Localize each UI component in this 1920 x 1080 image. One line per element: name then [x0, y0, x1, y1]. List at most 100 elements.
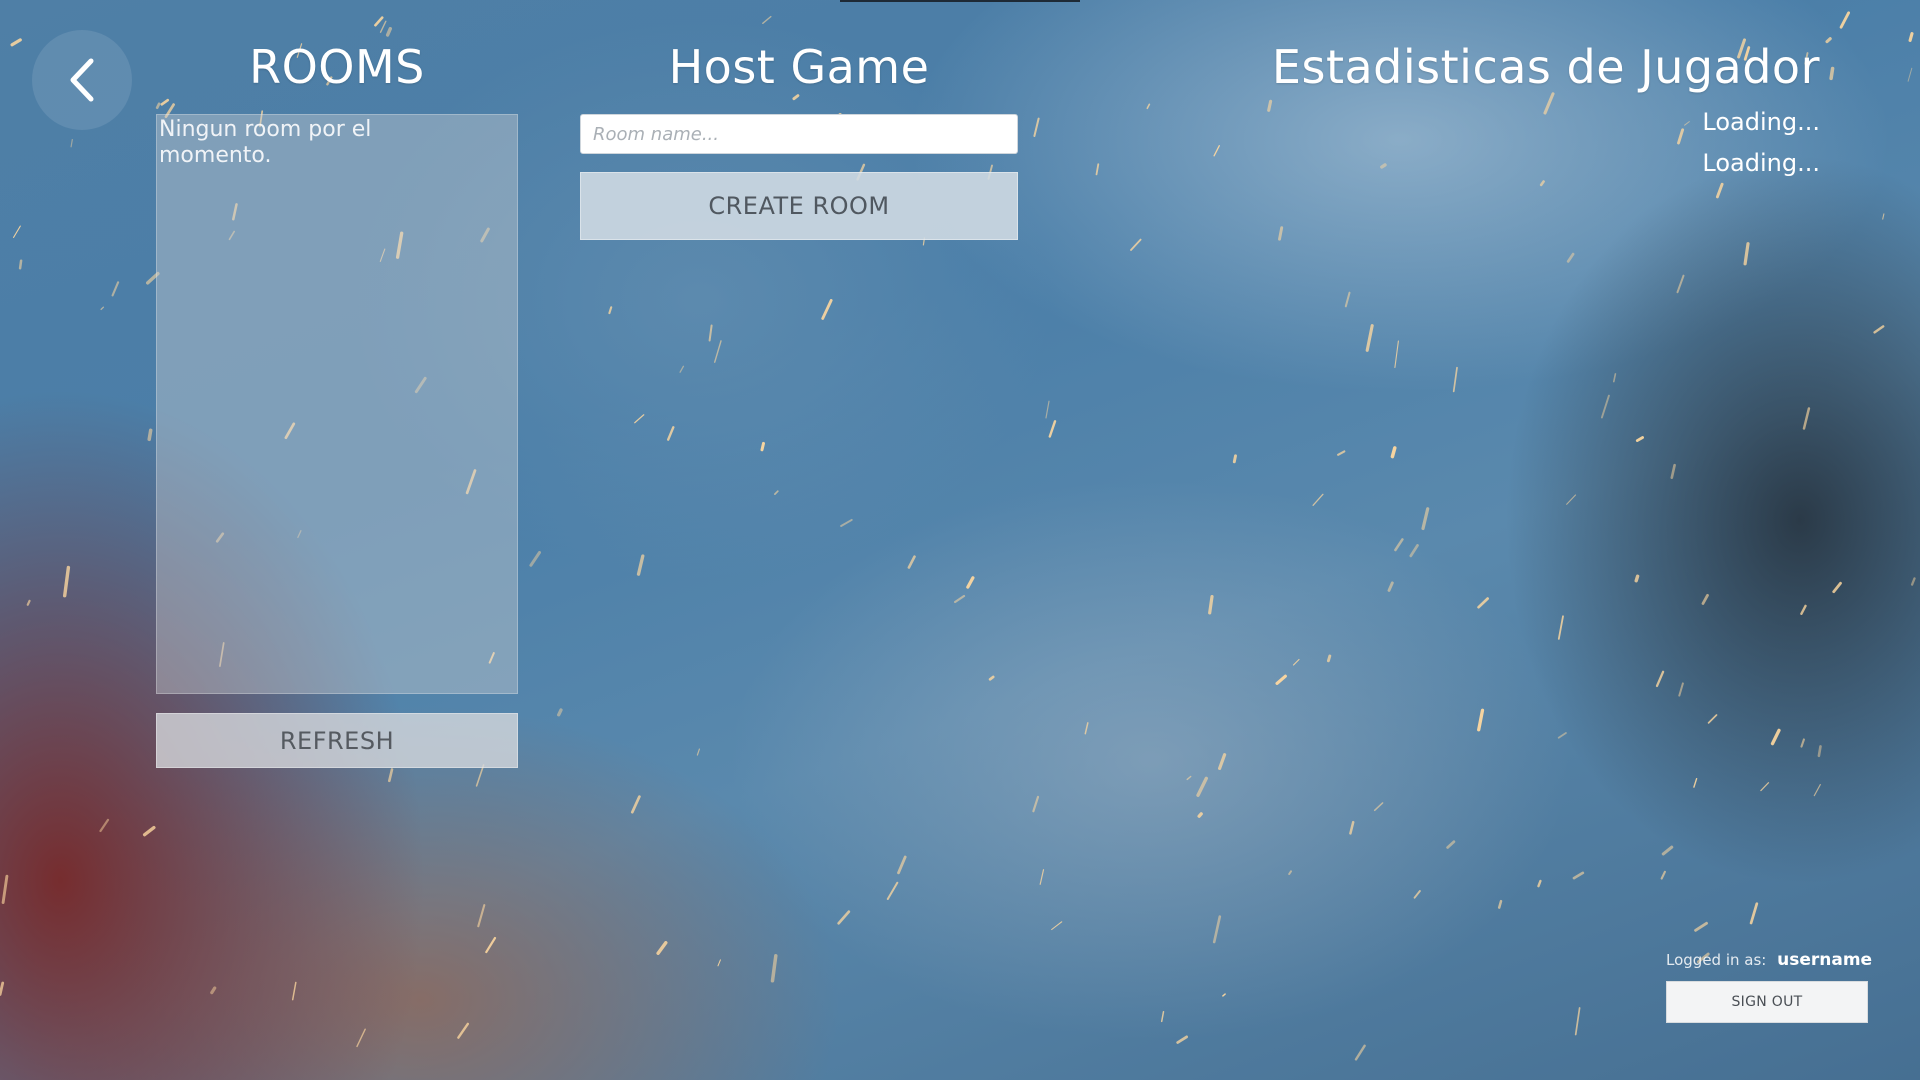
ember-spark: [142, 825, 156, 837]
ember-spark: [1197, 812, 1203, 818]
ember-spark: [837, 910, 851, 925]
ember-spark: [1278, 226, 1284, 241]
ember-spark: [1477, 708, 1485, 732]
ember-spark: [475, 764, 485, 787]
ember-spark: [1033, 117, 1040, 137]
ember-spark: [907, 555, 916, 569]
ember-spark: [1677, 128, 1685, 145]
ember-spark: [1394, 538, 1404, 552]
create-room-button[interactable]: CREATE ROOM: [580, 172, 1018, 240]
ember-spark: [1760, 782, 1770, 792]
ember-spark: [1873, 325, 1885, 334]
ember-spark: [1275, 674, 1287, 685]
ember-spark: [457, 1022, 469, 1039]
ember-spark: [1678, 682, 1684, 697]
rooms-list[interactable]: Ningun room por el momento.: [156, 114, 518, 694]
ember-spark: [1670, 463, 1676, 480]
ember-spark: [1907, 67, 1913, 82]
ember-spark: [1413, 890, 1421, 899]
ember-spark: [155, 102, 161, 110]
ember-spark: [1676, 274, 1685, 294]
ember-spark: [1222, 993, 1226, 997]
ember-spark: [1365, 324, 1374, 352]
ember-spark: [1373, 802, 1384, 812]
ember-spark: [1032, 795, 1040, 813]
ember-spark: [1543, 92, 1555, 115]
ember-spark: [679, 365, 685, 373]
ember-spark: [1600, 394, 1610, 419]
ember-spark: [1267, 99, 1273, 112]
ember-spark: [1084, 722, 1089, 735]
ember-spark: [1707, 714, 1718, 724]
stats-value: Loading...: [1702, 149, 1820, 177]
ember-spark: [1, 874, 9, 905]
ember-spark: [160, 98, 170, 106]
ember-spark: [1813, 783, 1821, 797]
ember-spark: [1130, 238, 1142, 251]
ember-spark: [1825, 37, 1832, 44]
ember-spark: [1655, 670, 1665, 688]
ember-spark: [886, 881, 899, 900]
ember-spark: [1634, 574, 1640, 583]
ember-spark: [1051, 921, 1063, 931]
back-button[interactable]: [32, 30, 132, 130]
ember-spark: [774, 490, 779, 495]
ember-spark: [840, 518, 853, 527]
ember-spark: [717, 959, 721, 967]
ember-spark: [26, 599, 31, 606]
ember-spark: [374, 16, 384, 27]
room-name-input[interactable]: [580, 114, 1018, 154]
ember-spark: [667, 426, 675, 441]
ember-spark: [636, 554, 645, 576]
ember-spark: [1749, 902, 1759, 925]
ember-spark: [210, 986, 217, 995]
ember-spark: [1176, 1035, 1188, 1044]
ember-spark: [1694, 921, 1708, 932]
chevron-left-icon: [70, 58, 94, 102]
ember-spark: [0, 981, 5, 996]
player-stats-title: Estadisticas de Jugador: [1271, 40, 1820, 94]
ember-spark: [1770, 728, 1781, 746]
ember-spark: [1292, 658, 1300, 666]
ember-spark: [1566, 494, 1577, 505]
ember-spark: [714, 340, 722, 363]
ember-spark: [1908, 32, 1914, 42]
ember-spark: [1160, 1010, 1165, 1023]
ember-spark: [1910, 577, 1916, 586]
ember-spark: [1635, 436, 1644, 443]
ember-spark: [1039, 869, 1045, 885]
ember-spark: [529, 551, 541, 567]
ember-spark: [1800, 604, 1807, 615]
ember-spark: [1802, 407, 1811, 430]
ember-spark: [634, 414, 645, 424]
ember-spark: [1566, 252, 1575, 263]
ember-spark: [557, 708, 563, 717]
ember-spark: [13, 225, 21, 238]
ember-spark: [356, 1028, 366, 1048]
refresh-button[interactable]: REFRESH: [156, 713, 518, 768]
ember-spark: [1539, 180, 1545, 187]
ember-spark: [1196, 776, 1209, 797]
ember-spark: [1390, 446, 1397, 459]
ember-spark: [385, 27, 392, 37]
ember-spark: [1701, 593, 1709, 605]
ember-spark: [1693, 778, 1698, 788]
username-label: username: [1777, 950, 1873, 970]
ember-spark: [760, 441, 765, 452]
ember-spark: [1217, 753, 1227, 771]
ember-spark: [1048, 420, 1057, 438]
ember-spark: [792, 94, 800, 101]
ember-spark: [1212, 915, 1222, 944]
ember-spark: [291, 981, 297, 1001]
ember-spark: [696, 748, 701, 756]
ember-spark: [10, 38, 22, 47]
ember-spark: [1497, 899, 1503, 909]
ember-spark: [1817, 745, 1822, 758]
ember-spark: [897, 855, 907, 875]
sign-out-button[interactable]: SIGN OUT: [1666, 981, 1868, 1023]
ember-spark: [1574, 1007, 1581, 1036]
ember-spark: [147, 428, 153, 442]
ember-spark: [70, 139, 73, 148]
host-game-title: Host Game: [668, 40, 930, 94]
ember-spark: [111, 281, 120, 297]
